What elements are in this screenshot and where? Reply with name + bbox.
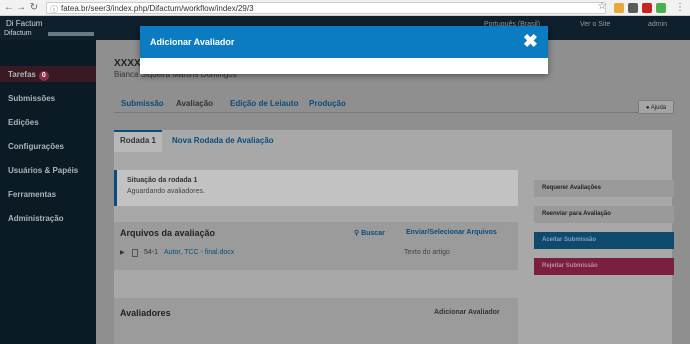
back-arrow-icon[interactable]: ←	[3, 2, 15, 14]
view-site-link[interactable]: Ver o Site	[580, 21, 610, 28]
extension-icon[interactable]	[614, 3, 624, 13]
user-menu[interactable]: admin	[648, 21, 667, 28]
reviewers-title: Avaliadores	[120, 308, 171, 318]
browser-menu-icon[interactable]: ⋮	[674, 2, 686, 14]
status-title: Situação da rodada 1	[127, 177, 198, 184]
file-icon	[132, 249, 138, 257]
sidebar-item-submissoes[interactable]: Submissões	[8, 94, 55, 103]
breadcrumb-bar	[48, 32, 94, 36]
sidebar-item-configuracoes[interactable]: Configurações	[8, 142, 64, 151]
file-id: 54-1	[144, 249, 159, 256]
sidebar: Tarefas 0 Submissões Edições Configuraçõe…	[0, 40, 96, 344]
add-reviewer-link[interactable]: Adicionar Avaliador	[434, 309, 500, 316]
sidebar-item-usuarios[interactable]: Usuários & Papéis	[8, 166, 78, 175]
round-status: Situação da rodada 1 Aguardando avaliado…	[114, 170, 518, 206]
expand-caret-icon[interactable]: ▶	[120, 249, 125, 256]
sidebar-item-tarefas[interactable]: Tarefas 0	[8, 70, 49, 81]
accept-submission-button[interactable]: Aceitar Submissão	[534, 232, 674, 249]
reviewers-grid: Avaliadores Adicionar Avaliador	[114, 298, 518, 344]
url-text: fatea.br/seer3/index.php/Difactum/workfl…	[61, 4, 254, 13]
tab-new-round[interactable]: Nova Rodada de Avaliação	[172, 136, 274, 145]
breadcrumb[interactable]: Difactum	[4, 30, 32, 37]
tab-edicao-leiauto[interactable]: Edição de Leiauto	[230, 99, 298, 108]
help-button[interactable]: ● Ajuda	[638, 100, 674, 114]
page-info-icon[interactable]: ⓘ	[50, 4, 58, 15]
tab-round-1[interactable]: Rodada 1	[120, 136, 156, 145]
tab-submissao[interactable]: Submissão	[121, 99, 164, 108]
site-name[interactable]: Di Factum	[6, 19, 42, 28]
extension-icon[interactable]	[642, 3, 652, 13]
add-reviewer-modal: Adicionar Avaliador ✖	[140, 26, 548, 74]
decline-submission-button[interactable]: Rejeitar Submissão	[534, 258, 674, 275]
file-type: Texto do artigo	[404, 249, 450, 256]
address-bar[interactable]: ⓘ fatea.br/seer3/index.php/Difactum/work…	[46, 2, 606, 14]
modal-title: Adicionar Avaliador	[150, 37, 235, 47]
workflow-tabs: Submissão Avaliação Edição de Leiauto Pr…	[114, 95, 674, 113]
resubmit-review-button[interactable]: Reenviar para Avaliação	[534, 206, 674, 223]
upload-files-link[interactable]: Enviar/Selecionar Arquivos	[406, 229, 497, 236]
modal-header: Adicionar Avaliador ✖	[140, 26, 548, 58]
browser-toolbar: ← → ↻ ⓘ fatea.br/seer3/index.php/Difactu…	[0, 0, 690, 16]
file-name-link[interactable]: Autor, TCC - final.docx	[164, 249, 234, 256]
task-count-badge: 0	[38, 71, 49, 81]
extension-icon[interactable]	[656, 3, 666, 13]
forward-arrow-icon[interactable]: →	[15, 2, 27, 14]
tab-avaliacao[interactable]: Avaliação	[176, 99, 213, 108]
files-title: Arquivos da avaliação	[120, 228, 216, 238]
sidebar-item-ferramentas[interactable]: Ferramentas	[8, 190, 56, 199]
status-text: Aguardando avaliadores.	[127, 188, 205, 195]
table-row: ▶ 54-1 Autor, TCC - final.docx Texto do …	[114, 246, 518, 262]
request-revisions-button[interactable]: Requerer Avaliações	[534, 180, 674, 197]
main-content: XXXXX Bianca Siqueira Martins Domingos S…	[96, 40, 690, 344]
review-panel: Rodada 1 Nova Rodada de Avaliação Situaç…	[114, 130, 674, 344]
help-label: Ajuda	[650, 105, 667, 111]
sidebar-item-administracao[interactable]: Administração	[8, 214, 64, 223]
tab-producao[interactable]: Produção	[309, 99, 346, 108]
close-icon[interactable]: ✖	[523, 31, 538, 51]
files-search-link[interactable]: ⚲ Buscar	[354, 229, 385, 237]
bookmark-star-icon[interactable]: ☆	[596, 1, 608, 13]
reload-icon[interactable]: ↻	[28, 2, 40, 14]
extension-icon[interactable]	[628, 3, 638, 13]
review-files-grid: Arquivos da avaliação ⚲ Buscar Enviar/Se…	[114, 222, 518, 270]
sidebar-item-label: Tarefas	[8, 70, 36, 79]
sidebar-item-edicoes[interactable]: Edições	[8, 118, 39, 127]
